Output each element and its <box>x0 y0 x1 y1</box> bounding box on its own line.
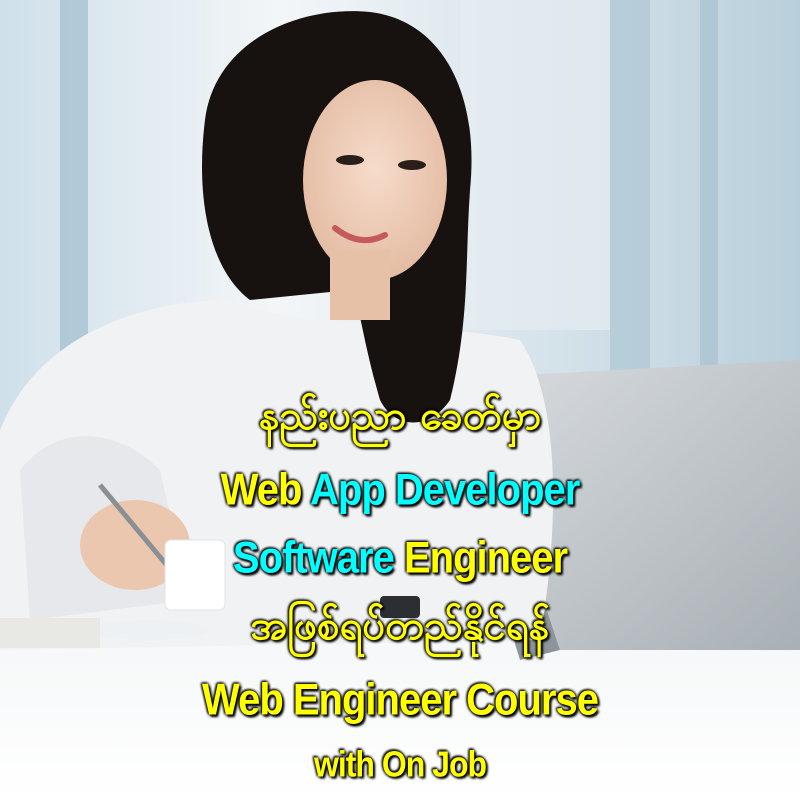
headline-line-2-part1: Web <box>220 465 303 515</box>
headline-line-6: with On Job <box>0 746 800 782</box>
headline-line-4-text: အဖြစ်ရပ်တည်နိုင်ရန် <box>250 603 550 649</box>
headline-line-6-text: with On Job <box>313 743 487 785</box>
headline-line-3-part1: Software <box>232 533 395 583</box>
headline-line-5: Web Engineer Course <box>0 678 800 723</box>
headline-line-1: နည်းပညာ ခေတ်မှာ <box>0 396 800 436</box>
headline-line-3-part2: Engineer <box>403 533 568 583</box>
headline-line-1-text: နည်းပညာ ခေတ်မှာ <box>258 393 542 439</box>
headline-line-3: Software Engineer <box>0 536 800 581</box>
headline-line-5-text: Web Engineer Course <box>202 675 599 725</box>
headline-line-2: Web App Developer <box>0 468 800 513</box>
headline-line-4: အဖြစ်ရပ်တည်နိုင်ရန် <box>0 606 800 646</box>
headline-line-2-part2: App Developer <box>310 465 580 515</box>
